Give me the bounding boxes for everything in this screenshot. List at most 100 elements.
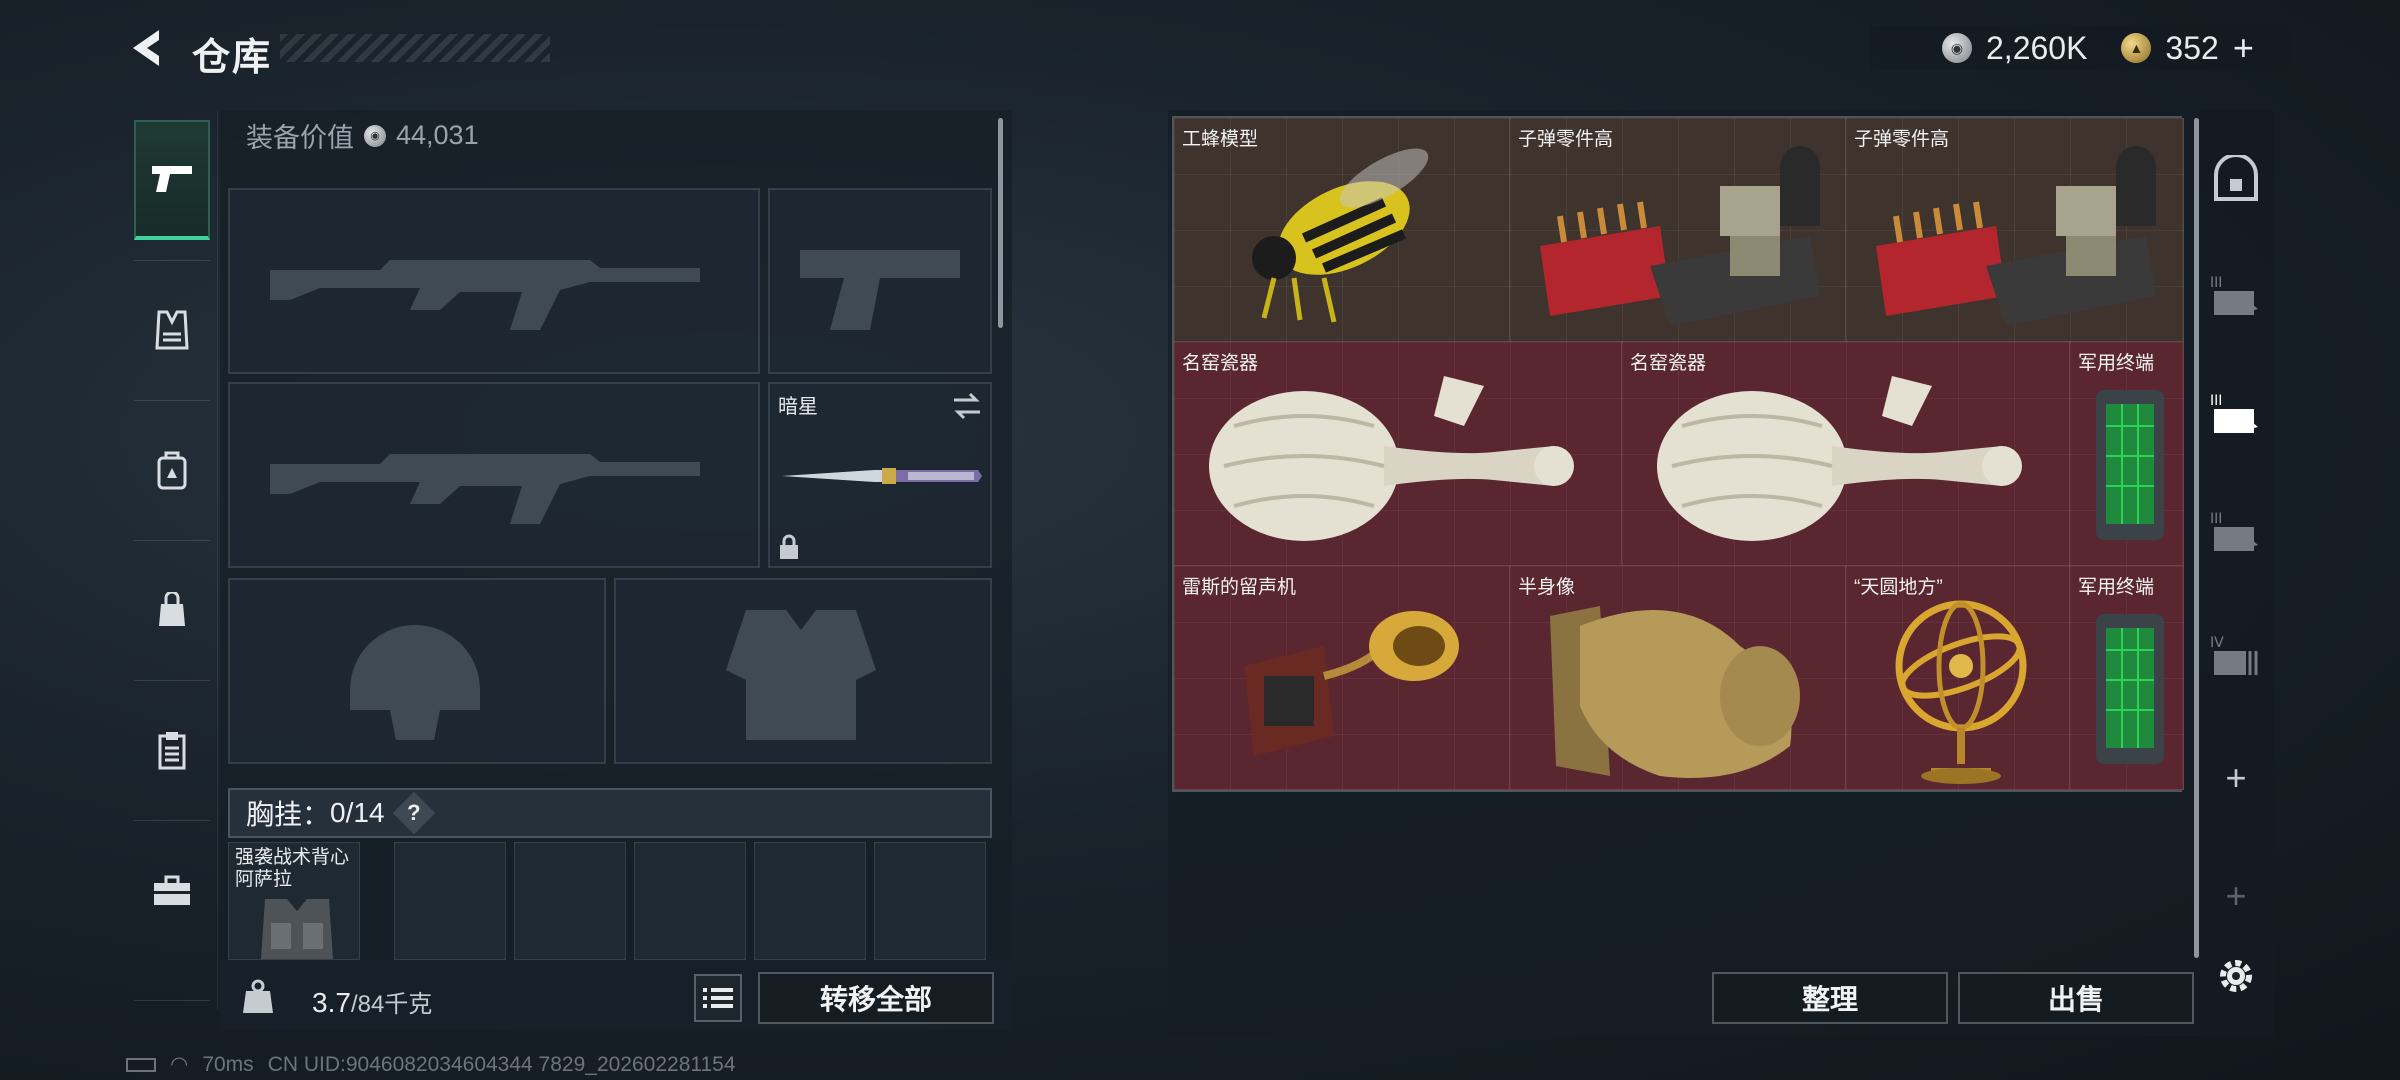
pistol-slot[interactable] [768,188,992,374]
stash-item-military-terminal[interactable]: 军用终端 [2070,566,2184,790]
stash-tier-3-icon: III [2210,393,2258,433]
add-stash-tab-button[interactable]: + [2204,748,2268,808]
title-decoration [280,34,550,62]
helmet-slot[interactable] [228,578,606,764]
chest-rig-label: 胸挂： [246,799,331,830]
back-button[interactable] [120,22,170,74]
clipboard-icon [158,732,186,770]
add-stash-tab-button-disabled[interactable]: + [2204,866,2268,926]
equipment-value: 装备价值 ◉ 44,031 [246,116,479,155]
current-weight: 3.7 [312,987,351,1018]
add-currency-button[interactable]: + [2233,27,2254,69]
currency-bar: ◉ 2,260K ▲ 352 + [1870,26,2290,70]
safe-box-icon [2214,155,2258,201]
stash-item-bee-model[interactable]: 工蜂模型 [1174,118,1510,342]
stash-tab-3-2[interactable]: III [2204,384,2268,444]
stash-item-bust[interactable]: 半身像 [1510,566,1846,790]
silver-coin-icon: ◉ [364,124,386,147]
ammo-parts-crate-icon [1876,146,2156,326]
silver-currency-value: 2,260K [1986,29,2088,66]
military-terminal-icon [2096,390,2164,540]
category-toolbox[interactable] [134,830,210,950]
bee-model-icon [1252,148,1429,323]
category-clipboard[interactable] [134,690,210,810]
bag-icon [159,592,185,626]
stash-tier-3-icon: III [2210,275,2258,315]
chest-rig-slot[interactable] [634,842,746,960]
stash-item-armillary[interactable]: “天圆地方” [1846,566,2070,790]
helmet-silhouette-icon [350,625,480,740]
pistol-icon [152,166,192,192]
primary-weapon-slot-1[interactable] [228,188,760,374]
list-view-button[interactable] [694,974,742,1022]
category-weapons[interactable] [134,120,210,240]
primary-weapon-slot-2[interactable] [228,382,760,568]
sell-button[interactable]: 出售 [1958,972,2194,1024]
stash-item-ammo-parts[interactable]: 子弹零件高 [1846,118,2184,342]
ping-text: 70ms [202,1052,254,1076]
category-armor[interactable] [134,270,210,390]
equipment-value-amount: 44,031 [396,120,479,150]
page-title: 仓库 [192,37,273,79]
battery-icon [126,1057,156,1072]
stash-tab-safe[interactable] [2204,148,2268,208]
chest-rig-slot[interactable] [394,842,506,960]
knife-icon [782,468,982,484]
gear-icon [2220,960,2252,992]
silver-coin-icon: ◉ [1942,33,1972,63]
porcelain-vase-icon [1209,376,1574,541]
status-bar: ◠ 70ms CN UID:9046082034604344 7829_2026… [126,1052,736,1077]
settings-button[interactable] [2204,946,2268,1006]
stash-grid: 工蜂模型 子弹零件高 子弹零件高 名窑瓷器 名窑瓷器 军用终端 雷斯的留声机 半… [1172,116,2184,792]
melee-slot[interactable]: 暗星 [768,382,992,568]
item-name: 雷斯的留声机 [1182,577,1297,598]
weight-readout: 3.7/84千克 [312,984,432,1019]
category-bag[interactable] [134,550,210,670]
chest-rig-slot[interactable] [754,842,866,960]
melee-item-name: 暗星 [778,396,818,418]
toolbox-icon [154,875,190,905]
armillary-sphere-icon [1895,600,2027,784]
item-name: 军用终端 [2078,577,2155,598]
porcelain-vase-icon [1657,376,2022,541]
stash-item-gramophone[interactable]: 雷斯的留声机 [1174,566,1510,790]
wifi-icon: ◠ [170,1053,189,1076]
gold-currency-value: 352 [2165,29,2219,66]
stash-scrollbar[interactable] [2194,118,2199,958]
help-icon[interactable]: ? [392,791,435,835]
body-armor-slot[interactable] [614,578,992,764]
svg-text:III: III [2210,393,2222,409]
stash-tier-3-icon: III [2210,511,2258,551]
military-terminal-icon [2096,614,2164,764]
chest-rig-slot[interactable] [874,842,986,960]
stash-tab-3-1[interactable]: III [2204,266,2268,326]
category-backpack[interactable] [134,410,210,530]
sort-button[interactable]: 整理 [1712,972,1948,1024]
stash-item-porcelain[interactable]: 名窑瓷器 [1174,342,1622,566]
swap-icon[interactable] [952,392,982,420]
chest-rig-slot[interactable] [514,842,626,960]
stash-tab-3-3[interactable]: III [2204,502,2268,562]
lock-icon [780,534,798,559]
category-rail [126,110,218,1010]
gold-coin-icon: ▲ [2121,33,2152,63]
svg-text:III: III [2210,275,2222,291]
bust-statue-icon [1550,606,1800,778]
stash-item-porcelain[interactable]: 名窑瓷器 [1622,342,2070,566]
chest-rig-item[interactable]: 强袭战术背心 阿萨拉 [228,842,360,960]
item-name: 军用终端 [2078,353,2155,374]
backpack-icon [157,451,187,490]
stash-tab-4[interactable]: IV [2204,626,2268,686]
armor-silhouette-icon [726,610,876,740]
rifle-silhouette-icon [270,260,700,330]
weight-capacity: /84千克 [350,991,433,1018]
equipment-scrollbar[interactable] [998,118,1003,328]
uid-text: CN UID:9046082034604344 7829_20260228115… [267,1052,736,1076]
weight-icon [232,972,284,1022]
ammo-parts-crate-icon [1540,146,1820,326]
stash-item-military-terminal[interactable]: 军用终端 [2070,342,2184,566]
stash-item-ammo-parts[interactable]: 子弹零件高 [1510,118,1846,342]
chest-rig-item-name: 强袭战术背心 阿萨拉 [235,847,350,890]
transfer-all-button[interactable]: 转移全部 [758,972,994,1024]
vest-item-icon [261,899,333,959]
